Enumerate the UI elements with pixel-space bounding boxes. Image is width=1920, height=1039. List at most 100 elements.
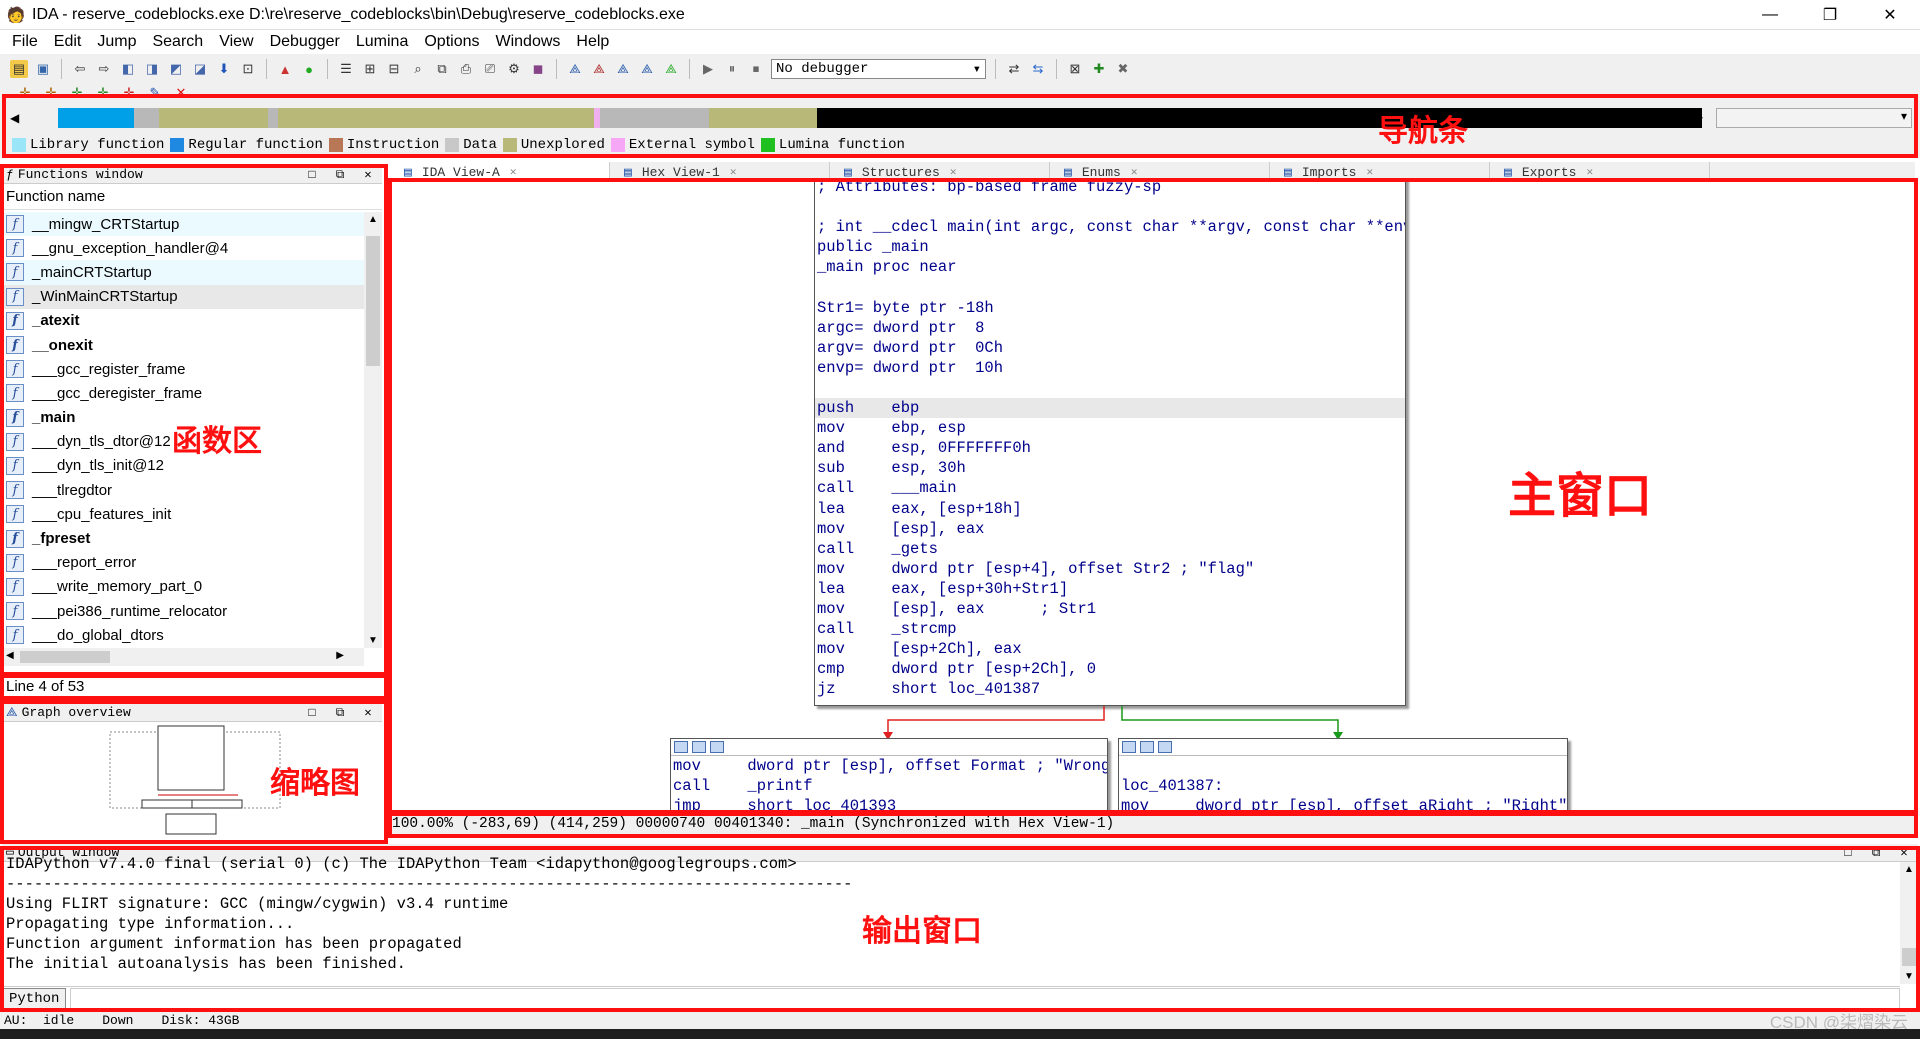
restore-button[interactable]: ❐ — [1800, 0, 1860, 30]
menu-windows[interactable]: Windows — [487, 30, 568, 54]
menu-debugger[interactable]: Debugger — [262, 30, 348, 54]
tool-icon[interactable]: ✛ — [42, 84, 60, 102]
tool-icon[interactable]: ◩ — [167, 60, 185, 78]
debugger-select[interactable]: No debugger ▾ — [771, 59, 986, 79]
function-list-item[interactable]: f ___write_memory_part_0 — [2, 575, 364, 599]
nav-segment[interactable] — [600, 108, 709, 128]
breakpoint-add-icon[interactable]: ✚ — [1090, 60, 1108, 78]
menu-jump[interactable]: Jump — [89, 30, 144, 54]
nav-segment[interactable] — [708, 108, 817, 128]
tree-icon[interactable]: ⟁ — [638, 60, 656, 78]
function-list-item[interactable]: f ___pei386_runtime_relocator — [2, 599, 364, 623]
scroll-up-icon[interactable]: ▲ — [1904, 864, 1914, 875]
close-icon[interactable]: ✕ — [1131, 165, 1138, 179]
node-toolbar-icon[interactable] — [692, 741, 706, 753]
tab-view[interactable]: ▤ Hex View-1 ✕ — [610, 162, 830, 182]
float-icon[interactable]: ⧉ — [326, 706, 354, 720]
asm-line[interactable] — [1119, 756, 1567, 776]
maximize-icon[interactable]: □ — [298, 168, 326, 182]
function-list-item[interactable]: f ___tlregdtor — [2, 478, 364, 502]
function-list-item[interactable]: f _atexit — [2, 309, 364, 333]
tool-icon[interactable]: ⚙ — [505, 60, 523, 78]
menu-options[interactable]: Options — [416, 30, 487, 54]
save-icon[interactable]: ▣ — [34, 60, 52, 78]
graph-node-right[interactable]: loc_401387: mov dword ptr [esp], offset a… — [1118, 738, 1568, 810]
breakpoint-remove-icon[interactable]: ✖ — [1114, 60, 1132, 78]
tab-view[interactable]: ▤ Exports ✕ — [1490, 162, 1710, 182]
asm-line[interactable]: mov dword ptr [esp], offset Format ; "Wr… — [671, 756, 1107, 776]
tool-icon[interactable]: ⊡ — [239, 60, 257, 78]
segment-combo[interactable]: ▾ — [1716, 108, 1912, 128]
close-icon[interactable]: ✕ — [730, 165, 737, 179]
asm-line[interactable]: call _printf — [671, 776, 1107, 796]
function-list-vscrollbar[interactable]: ▲ ▼ — [364, 212, 382, 648]
nav-segment[interactable] — [267, 108, 278, 128]
node-toolbar-icon[interactable] — [710, 741, 724, 753]
scroll-right-icon[interactable]: ▶ — [336, 650, 344, 661]
tool-icon[interactable]: ⧉ — [433, 60, 451, 78]
tab-view[interactable]: ▤ Enums ✕ — [1050, 162, 1270, 182]
scroll-thumb[interactable] — [20, 651, 110, 663]
graph-icon[interactable]: ▲ — [276, 60, 294, 78]
menu-edit[interactable]: Edit — [46, 30, 90, 54]
tool-icon[interactable]: ⎙ — [457, 60, 475, 78]
nav-segment[interactable] — [134, 108, 160, 128]
scroll-left-icon[interactable]: ◀ — [6, 650, 14, 661]
nav-segment[interactable] — [38, 108, 58, 128]
graph-node-wrong[interactable]: mov dword ptr [esp], offset Format ; "Wr… — [670, 738, 1108, 810]
function-list-item[interactable]: f ___gcc_register_frame — [2, 357, 364, 381]
minimize-button[interactable]: — — [1740, 0, 1800, 30]
nav-segment[interactable] — [277, 108, 375, 128]
tree-icon[interactable]: ⟁ — [566, 60, 584, 78]
function-list-item[interactable]: f __onexit — [2, 333, 364, 357]
nav-segment[interactable] — [159, 108, 268, 128]
tool-icon[interactable]: ◧ — [119, 60, 137, 78]
close-icon[interactable]: ✕ — [1366, 165, 1373, 179]
function-list-hscrollbar[interactable]: ◀ ▶ — [2, 648, 364, 666]
nav-right-arrow-icon[interactable]: ▶ — [1694, 110, 1703, 124]
function-name-column-header[interactable]: Function name — [2, 184, 382, 210]
tool-icon[interactable]: ☰ — [337, 60, 355, 78]
tree-icon[interactable]: ⟁ — [662, 60, 680, 78]
output-vscrollbar[interactable]: ▲ ▼ — [1900, 862, 1918, 984]
node-toolbar-icon[interactable] — [1158, 741, 1172, 753]
scroll-down-icon[interactable]: ▼ — [368, 635, 378, 646]
pause-icon[interactable]: ⏸ — [723, 60, 741, 78]
scroll-thumb[interactable] — [1902, 948, 1916, 966]
nav-segment[interactable] — [485, 108, 594, 128]
tool-icon[interactable]: ⇆ — [1029, 60, 1047, 78]
node-toolbar-icon[interactable] — [1122, 741, 1136, 753]
python-command-input[interactable] — [70, 987, 1900, 1010]
tool-icon[interactable]: ◨ — [143, 60, 161, 78]
asm-line[interactable]: jmp short loc_401393 — [671, 796, 1107, 810]
function-list-item[interactable]: f __mingw_CRTStartup — [2, 212, 364, 237]
nav-segment[interactable] — [57, 108, 135, 128]
scroll-thumb[interactable] — [366, 236, 380, 366]
play-icon[interactable]: ▶ — [699, 60, 717, 78]
function-list-item[interactable]: f ___do_global_dtors — [2, 623, 364, 647]
stop-icon[interactable]: ⏹ — [747, 60, 765, 78]
search-icon[interactable]: ⌕ — [409, 60, 427, 78]
float-icon[interactable]: ⧉ — [326, 168, 354, 182]
down-arrow-icon[interactable]: ⬇ — [215, 60, 233, 78]
tab-view[interactable]: ▤ IDA View-A ✕ — [390, 162, 610, 182]
tool-icon[interactable]: ⇄ — [1005, 60, 1023, 78]
function-list-item[interactable]: f ___gcc_deregister_frame — [2, 381, 364, 405]
tool-icon[interactable]: ⎚ — [481, 60, 499, 78]
menu-search[interactable]: Search — [144, 30, 211, 54]
tool-icon[interactable]: ✛ — [68, 84, 86, 102]
close-icon[interactable]: ✕ — [510, 165, 517, 179]
tab-view[interactable]: ▤ Structures ✕ — [830, 162, 1050, 182]
tool-icon[interactable]: ⊠ — [1066, 60, 1084, 78]
menu-lumina[interactable]: Lumina — [348, 30, 416, 54]
function-list-item[interactable]: f ___cpu_features_init — [2, 502, 364, 526]
function-list-item[interactable]: f __gnu_exception_handler@4 — [2, 236, 364, 260]
close-icon[interactable]: ✕ — [950, 165, 957, 179]
circle-icon[interactable]: ● — [300, 60, 318, 78]
nav-segment[interactable] — [816, 108, 1702, 128]
close-icon[interactable]: ✕ — [172, 84, 190, 102]
scroll-up-icon[interactable]: ▲ — [368, 214, 378, 225]
node-toolbar-icon[interactable] — [674, 741, 688, 753]
tree-icon[interactable]: ⟁ — [590, 60, 608, 78]
function-list-item[interactable]: f _WinMainCRTStartup — [2, 284, 364, 309]
